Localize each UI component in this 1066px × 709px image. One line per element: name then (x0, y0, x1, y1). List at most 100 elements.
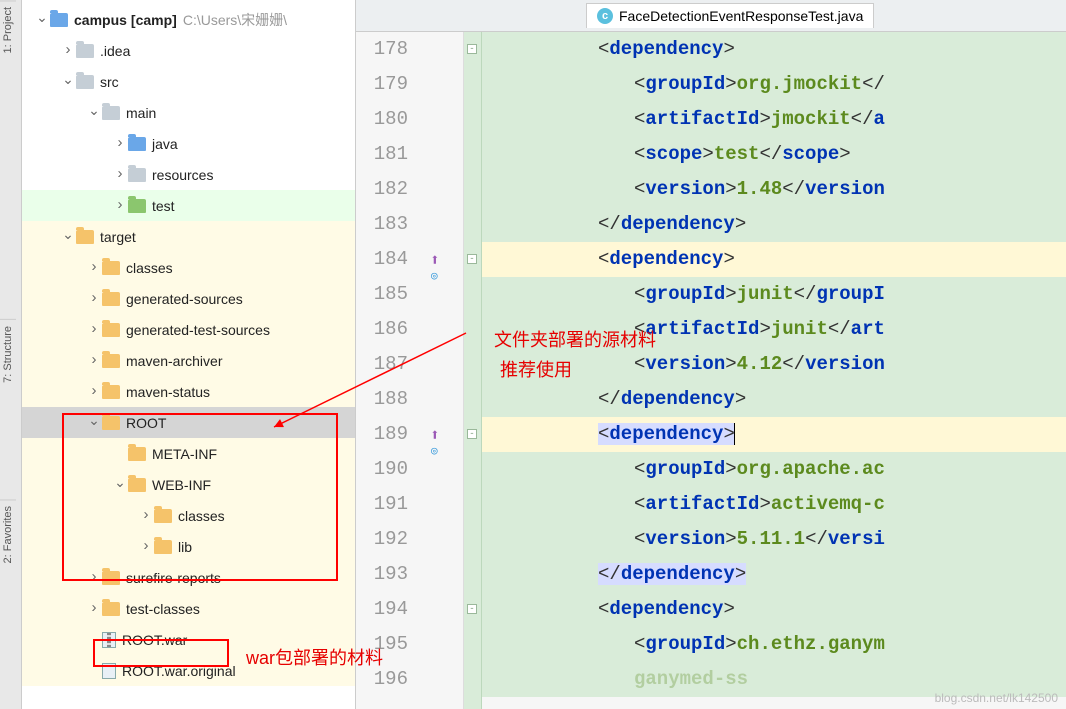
expand-arrow[interactable] (86, 600, 102, 617)
expand-arrow[interactable] (112, 476, 128, 493)
tree-row-classes[interactable]: classes (22, 500, 355, 531)
expand-arrow[interactable] (112, 166, 128, 183)
folder-icon (128, 447, 146, 461)
code-line[interactable]: <version>5.11.1</versi (482, 522, 1066, 557)
fold-toggle[interactable]: - (467, 254, 477, 264)
code-area[interactable]: 1781791801811821831841851861871881891901… (356, 32, 1066, 709)
folder-icon (76, 44, 94, 58)
project-tree-panel: 1: Project 7: Structure 2: Favorites cam… (0, 0, 356, 709)
tree-row-root[interactable]: ROOT (22, 407, 355, 438)
tree-row-main[interactable]: main (22, 97, 355, 128)
expand-arrow[interactable] (112, 197, 128, 214)
tree-row-surefire-reports[interactable]: surefire-reports (22, 562, 355, 593)
code-line[interactable]: </dependency> (482, 207, 1066, 242)
tree-row-java[interactable]: java (22, 128, 355, 159)
code-line[interactable]: <version>4.12</version (482, 347, 1066, 382)
fold-toggle[interactable]: - (467, 604, 477, 614)
folder-icon (102, 261, 120, 275)
expand-arrow[interactable] (86, 104, 102, 121)
code-line[interactable]: <dependency> (482, 32, 1066, 67)
code-line[interactable]: </dependency> (482, 557, 1066, 592)
fold-gutter: - - - - (464, 32, 482, 709)
fold-toggle[interactable]: - (467, 429, 477, 439)
tree-label: main (126, 105, 156, 121)
code-line[interactable]: <version>1.48</version (482, 172, 1066, 207)
folder-icon (154, 540, 172, 554)
tree-row-test-classes[interactable]: test-classes (22, 593, 355, 624)
code-line[interactable]: <dependency> (482, 592, 1066, 627)
expand-arrow[interactable] (86, 569, 102, 586)
war-file-icon (102, 632, 116, 648)
tree-row-test[interactable]: test (22, 190, 355, 221)
tree-label: ROOT.war (122, 632, 187, 648)
expand-arrow[interactable] (60, 42, 76, 59)
project-tree[interactable]: campus[camp] C:\Users\宋姗姗\.ideasrc main ja… (22, 0, 355, 686)
tree-row-generated-test-sources[interactable]: generated-test-sources (22, 314, 355, 345)
tree-row-target[interactable]: target (22, 221, 355, 252)
code-line[interactable]: <dependency>💡 (482, 417, 1066, 452)
expand-arrow[interactable] (138, 507, 154, 524)
vtab-project[interactable]: 1: Project (0, 0, 16, 59)
expand-arrow[interactable] (34, 11, 50, 28)
override-circle-icon[interactable]: ◎ (431, 260, 438, 295)
tree-row-root-war[interactable]: ROOT.war (22, 624, 355, 655)
tree-label: maven-archiver (126, 353, 222, 369)
code-line[interactable]: <artifactId>jmockit</a (482, 102, 1066, 137)
code-line[interactable]: <groupId>ch.ethz.ganym (482, 627, 1066, 662)
folder-icon (102, 602, 120, 616)
override-circle-icon[interactable]: ◎ (431, 435, 438, 470)
folder-icon (76, 75, 94, 89)
line-number: 183 (356, 207, 408, 242)
code-line[interactable]: <artifactId>junit</art (482, 312, 1066, 347)
tree-label: campus (74, 12, 127, 28)
line-number: 186 (356, 312, 408, 347)
expand-arrow[interactable] (86, 383, 102, 400)
tree-row-meta-inf[interactable]: META-INF (22, 438, 355, 469)
code-line[interactable]: <groupId>org.jmockit</ (482, 67, 1066, 102)
folder-icon (50, 13, 68, 27)
line-number: 194 (356, 592, 408, 627)
line-number: 184 (356, 242, 408, 277)
tree-row-resources[interactable]: resources (22, 159, 355, 190)
tree-label: test-classes (126, 601, 200, 617)
expand-arrow[interactable] (86, 259, 102, 276)
tree-row-lib[interactable]: lib (22, 531, 355, 562)
code-line[interactable]: </dependency> (482, 382, 1066, 417)
fold-toggle[interactable]: - (467, 44, 477, 54)
code-lines[interactable]: <dependency><groupId>org.jmockit</<artif… (482, 32, 1066, 709)
tree-row-campus[interactable]: campus[camp] C:\Users\宋姗姗\ (22, 4, 355, 35)
tree-row-classes[interactable]: classes (22, 252, 355, 283)
code-line[interactable]: <scope>test</scope> (482, 137, 1066, 172)
tree-row-maven-archiver[interactable]: maven-archiver (22, 345, 355, 376)
tree-row-maven-status[interactable]: maven-status (22, 376, 355, 407)
folder-icon (102, 323, 120, 337)
tree-row-src[interactable]: src (22, 66, 355, 97)
path-hint: C:\Users\宋姗姗\ (183, 10, 287, 30)
line-number: 185 (356, 277, 408, 312)
tree-label: surefire-reports (126, 570, 221, 586)
vtab-structure[interactable]: 7: Structure (0, 319, 16, 389)
expand-arrow[interactable] (60, 228, 76, 245)
expand-arrow[interactable] (138, 538, 154, 555)
expand-arrow[interactable] (60, 73, 76, 90)
folder-icon (102, 416, 120, 430)
expand-arrow[interactable] (86, 290, 102, 307)
code-line[interactable]: <groupId>junit</groupI (482, 277, 1066, 312)
tree-row-root-war-original[interactable]: ROOT.war.original (22, 655, 355, 686)
expand-arrow[interactable] (86, 352, 102, 369)
code-line[interactable]: <dependency> (482, 242, 1066, 277)
marker-gutter: ⬆◎⬆◎ (416, 32, 464, 709)
tree-label: resources (152, 167, 213, 183)
vtab-favorites[interactable]: 2: Favorites (0, 499, 16, 569)
tree-row-web-inf[interactable]: WEB-INF (22, 469, 355, 500)
code-line[interactable]: <groupId>org.apache.ac (482, 452, 1066, 487)
watermark: blog.csdn.net/lk142500 (935, 691, 1058, 705)
expand-arrow[interactable] (112, 135, 128, 152)
expand-arrow[interactable] (86, 414, 102, 431)
tree-row--idea[interactable]: .idea (22, 35, 355, 66)
code-line[interactable]: <artifactId>activemq-c (482, 487, 1066, 522)
editor-tab[interactable]: c FaceDetectionEventResponseTest.java (586, 3, 874, 28)
expand-arrow[interactable] (86, 321, 102, 338)
tree-label: generated-test-sources (126, 322, 270, 338)
tree-row-generated-sources[interactable]: generated-sources (22, 283, 355, 314)
